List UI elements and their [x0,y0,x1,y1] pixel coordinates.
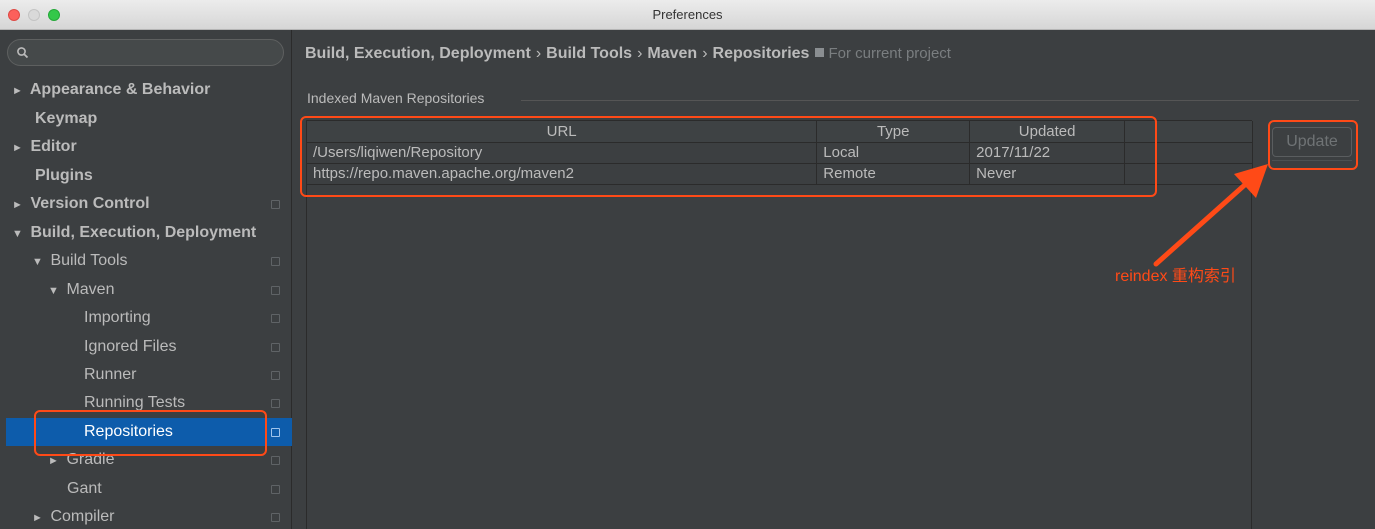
sidebar-item-label: Plugins [35,167,93,184]
group-divider [521,100,1359,101]
window-title: Preferences [652,7,723,22]
breadcrumb-separator: › [535,45,542,62]
project-settings-icon [271,257,280,266]
collapse-arrow-icon[interactable]: ▼ [32,248,46,276]
search-input[interactable] [7,39,284,66]
sidebar-item-editor[interactable]: ► Editor [6,133,292,161]
breadcrumb-item: Build Tools [546,45,633,62]
project-settings-icon [271,200,280,209]
sidebar-item-gant[interactable]: Gant [6,475,292,503]
project-settings-icon [271,286,280,295]
project-settings-icon [271,456,280,465]
project-settings-icon [271,314,280,323]
sidebar-item-label: Gant [67,480,102,497]
sidebar-item-label: Importing [84,309,151,326]
breadcrumb-separator: › [702,45,708,62]
group-title: Indexed Maven Repositories [307,90,485,106]
annotation-label: reindex 重构索引 [1115,268,1236,285]
project-settings-icon [271,485,280,494]
breadcrumb-item: Build, Execution, Deployment [305,45,531,62]
expand-arrow-icon[interactable]: ► [32,504,46,529]
collapse-arrow-icon[interactable]: ▼ [48,277,62,305]
scope-label: For current project [828,45,951,62]
project-scope-icon [815,48,825,57]
sidebar-item-label: Maven [66,281,115,298]
project-settings-icon [271,399,280,408]
sidebar-item-label: Version Control [30,195,150,212]
annotation-arrow-icon [1153,164,1268,267]
project-settings-icon [271,513,280,522]
breadcrumb-item: Maven [647,45,698,62]
sidebar-item-keymap[interactable]: Keymap [6,105,292,133]
sidebar-item-label: Keymap [35,110,98,127]
sidebar-item-label: Editor [30,138,77,155]
sidebar-item-label: Ignored Files [84,338,177,355]
expand-arrow-icon[interactable]: ► [12,134,26,162]
sidebar-item-maven[interactable]: ▼ Maven [6,276,292,304]
search-icon [17,47,29,59]
sidebar-item-build-execution-deployment[interactable]: ▼ Build, Execution, Deployment [6,219,292,247]
sidebar-item-label: Runner [84,366,137,383]
project-settings-icon [271,428,280,437]
expand-arrow-icon[interactable]: ► [12,77,26,105]
sidebar-item-label: Build Tools [50,252,128,269]
sidebar-item-version-control[interactable]: ► Version Control [6,190,292,218]
annotation-repositories-highlight [34,410,267,456]
sidebar-item-label: Build, Execution, Deployment [30,224,257,241]
breadcrumb-separator: › [637,45,643,62]
sidebar-item-build-tools[interactable]: ▼ Build Tools [6,247,292,275]
sidebar-item-plugins[interactable]: Plugins [6,162,292,190]
sidebar-item-label: Running Tests [84,394,186,411]
annotation-table-highlight [300,116,1157,197]
expand-arrow-icon[interactable]: ► [12,191,26,219]
sidebar-item-label: Compiler [50,508,115,525]
project-settings-icon [271,371,280,380]
sidebar-item-label: Appearance & Behavior [29,81,211,98]
sidebar-item-importing[interactable]: Importing [6,304,292,332]
sidebar-item-compiler[interactable]: ► Compiler [6,503,292,529]
title-bar: Preferences [0,0,1375,30]
annotation-update-highlight [1268,120,1358,170]
sidebar-item-runner[interactable]: Runner [6,361,292,389]
breadcrumb: Build, Execution, Deployment › Build Tools… [305,45,951,63]
sidebar-item-appearance-behavior[interactable]: ► Appearance & Behavior [6,76,292,104]
sidebar-item-ignored-files[interactable]: Ignored Files [6,333,292,361]
project-settings-icon [271,343,280,352]
collapse-arrow-icon[interactable]: ▼ [12,220,26,248]
breadcrumb-item: Repositories [712,45,810,62]
